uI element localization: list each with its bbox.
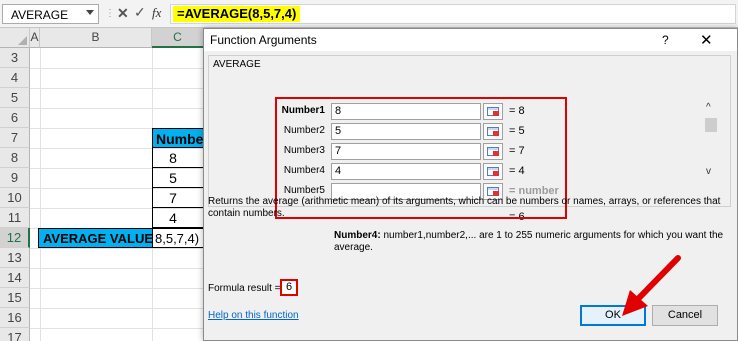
name-box-value: AVERAGE	[11, 8, 69, 22]
name-box[interactable]: AVERAGE	[2, 4, 99, 24]
row-header-17[interactable]: 17	[0, 328, 30, 341]
chevron-down-icon[interactable]	[86, 10, 94, 15]
row-header-12[interactable]: 12	[0, 228, 30, 248]
row-header-7[interactable]: 7	[0, 128, 30, 148]
help-link[interactable]: Help on this function	[208, 310, 299, 321]
column-header-a[interactable]: A	[30, 28, 40, 48]
arguments-group: AVERAGE Number1 8 = 8 Number2 5 = 5 Numb…	[208, 55, 731, 223]
select-all-corner[interactable]	[0, 28, 30, 48]
average-label-cell[interactable]: AVERAGE VALUE	[38, 228, 153, 248]
chevron-up-icon[interactable]: ^	[706, 102, 711, 113]
chevron-down-icon[interactable]: v	[706, 166, 711, 177]
annotation-arrow-icon	[622, 255, 681, 316]
row-header-4[interactable]: 4	[0, 68, 30, 88]
function-description: Returns the average (arithmetic mean) of…	[208, 196, 721, 219]
row-header-14[interactable]: 14	[0, 268, 30, 288]
row-header-15[interactable]: 15	[0, 288, 30, 308]
formula-text: =AVERAGE(8,5,7,4)	[173, 6, 301, 22]
row-header-13[interactable]: 13	[0, 248, 30, 268]
number-cell[interactable]: 5	[152, 168, 204, 188]
help-icon[interactable]: ?	[662, 33, 669, 47]
row-header-3[interactable]: 3	[0, 48, 30, 68]
argument-description-name: Number4:	[334, 230, 381, 241]
enter-entry-icon[interactable]: ✓	[134, 4, 146, 21]
number-cell[interactable]: 4	[152, 208, 204, 228]
formula-result-label: Formula result =	[208, 283, 281, 294]
formula-input[interactable]: =AVERAGE(8,5,7,4)	[170, 4, 736, 24]
average-value-cell[interactable]: 8,5,7,4)	[152, 228, 204, 248]
insert-function-icon[interactable]: fx	[152, 5, 161, 21]
close-icon[interactable]: ✕	[700, 31, 713, 49]
formula-result-value: 6	[280, 279, 298, 296]
select-all-icon	[18, 36, 27, 45]
dialog-titlebar[interactable]: Function Arguments ? ✕	[204, 29, 737, 51]
number-cell[interactable]: 8	[152, 148, 204, 168]
row-header-16[interactable]: 16	[0, 308, 30, 328]
formula-bar: AVERAGE ⋮ ✕ ✓ fx =AVERAGE(8,5,7,4)	[0, 0, 738, 28]
dialog-title: Function Arguments	[210, 33, 317, 47]
numbers-header-cell[interactable]: Numbers	[152, 128, 204, 148]
column-header-b[interactable]: B	[40, 28, 152, 48]
gridline	[40, 48, 41, 341]
row-header-9[interactable]: 9	[0, 168, 30, 188]
arguments-scrollbar[interactable]: ^ v	[702, 100, 720, 184]
number-cell[interactable]: 7	[152, 188, 204, 208]
splitter-icon: ⋮	[105, 8, 115, 19]
row-header-11[interactable]: 11	[0, 208, 30, 228]
cancel-entry-icon[interactable]: ✕	[117, 5, 129, 22]
row-header-10[interactable]: 10	[0, 188, 30, 208]
row-header-6[interactable]: 6	[0, 108, 30, 128]
column-header-c[interactable]: C	[152, 28, 204, 48]
row-header-8[interactable]: 8	[0, 148, 30, 168]
function-name-label: AVERAGE	[213, 59, 261, 70]
scrollbar-thumb[interactable]	[705, 118, 717, 132]
row-header-5[interactable]: 5	[0, 88, 30, 108]
